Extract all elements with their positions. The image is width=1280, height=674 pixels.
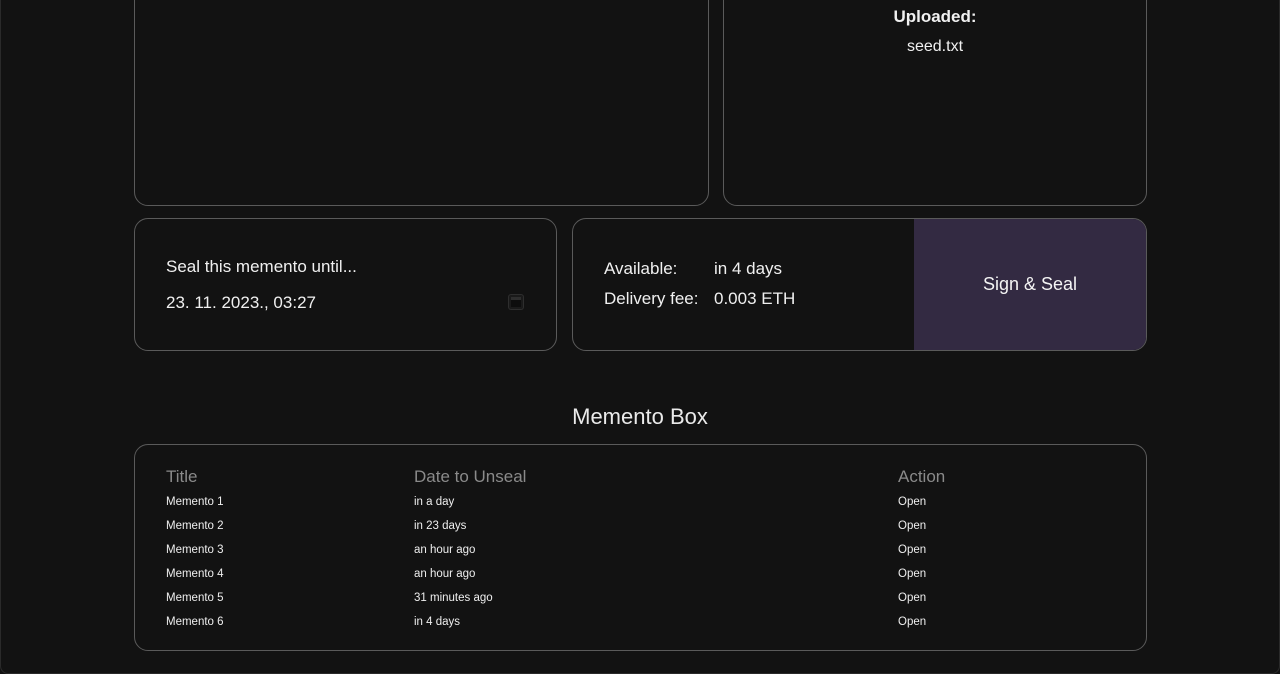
open-link[interactable]: Open [898,540,926,560]
table-row: Memento 4 an hour ago Open [166,564,1116,588]
uploaded-panel: Uploaded: seed.txt [723,0,1147,206]
seal-date-panel: Seal this memento until... [134,218,557,351]
delivery-panel: Available: in 4 days Delivery fee: 0.003 E… [572,218,1147,351]
table-row: Memento 5 31 minutes ago Open [166,588,1116,612]
row-date: in 23 days [414,520,467,532]
column-header-title: Title [166,467,198,486]
open-link[interactable]: Open [898,492,926,512]
open-link[interactable]: Open [898,564,926,584]
table-row: Memento 6 in 4 days Open [166,612,1116,636]
delivery-fee-value: 0.003 ETH [714,289,796,308]
uploaded-file-name: seed.txt [906,38,964,55]
uploaded-label: Uploaded: [893,7,977,26]
row-title: Memento 3 [166,544,224,556]
row-date: in a day [414,496,455,508]
row-date: 31 minutes ago [414,592,493,604]
row-date: an hour ago [414,568,476,580]
row-title: Memento 4 [166,568,224,580]
delivery-fee-label: Delivery fee: [604,289,699,308]
memento-box-panel: Title Date to Unseal Action Memento 1 in… [134,444,1147,651]
delivery-fee-row: Delivery fee: 0.003 ETH [604,289,795,309]
table-row: Memento 1 in a day Open [166,492,1116,516]
available-value: in 4 days [714,259,783,278]
available-row: Available: in 4 days [604,259,782,279]
table-row: Memento 3 an hour ago Open [166,540,1116,564]
sign-and-seal-button[interactable]: Sign & Seal [914,219,1146,350]
memento-table: Title Date to Unseal Action Memento 1 in… [166,467,1116,636]
row-date: in 4 days [414,616,461,628]
row-title: Memento 2 [166,520,224,532]
table-row: Memento 2 in 23 days Open [166,516,1116,540]
open-link[interactable]: Open [898,612,926,632]
open-link[interactable]: Open [898,588,926,608]
row-title: Memento 5 [166,592,224,604]
table-header: Title Date to Unseal Action [166,467,1116,492]
row-date: an hour ago [414,544,476,556]
seal-date-label: Seal this memento until... [166,257,357,276]
seal-date-input[interactable] [166,291,526,315]
memento-box-heading: Memento Box [572,404,708,429]
column-header-date: Date to Unseal [414,467,527,486]
upload-preview-panel [134,0,709,206]
column-header-action: Action [898,467,946,486]
open-link[interactable]: Open [898,516,926,536]
calendar-icon[interactable] [509,295,523,309]
available-label: Available: [604,259,678,278]
row-title: Memento 1 [166,496,224,508]
row-title: Memento 6 [166,616,224,628]
